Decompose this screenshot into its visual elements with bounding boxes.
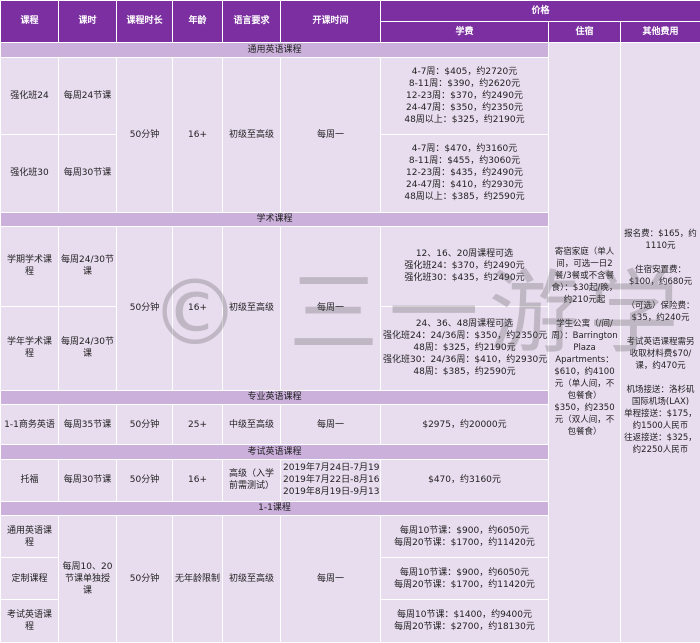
course-start: 2019年7月24日-7月19日 2019年7月22日-8月16日 2019年8… (280, 458, 381, 502)
fee-line: 每周10节课：$900，约6050元 (399, 525, 530, 536)
course-hours: 每周24/30节课 (58, 226, 117, 307)
section-academic: 学术课程 (0, 211, 549, 228)
price-table-page: 课程 课时 课程时长 年龄 语言要求 开课时间 价格 学费 住宿 其他费用 通用… (0, 0, 700, 643)
course-duration: 50分钟 (116, 56, 173, 213)
fee-line: 24、36、48周课程可选 (415, 319, 514, 330)
fee-line: 12-23周：$370，约2490元 (406, 90, 523, 101)
fee-line: 4-7周：$405，约2720元 (411, 66, 518, 77)
tuition-cell: 每周10节课：$1400，约9400元 每周20节课：$2700，约18130元 (380, 599, 549, 643)
tuition-cell: $470，约3160元 (380, 458, 549, 502)
header-start: 开课时间 (280, 0, 381, 43)
fee-line: 24-47周：$350，约2350元 (406, 102, 523, 113)
course-name: 通用英语课程 (0, 515, 59, 559)
course-hours: 每周10、20节课单独授课 (58, 515, 117, 643)
fee-line: 12、16、20周课程可选 (415, 249, 514, 260)
fee-line: 每周20节课：$1700，约11420元 (394, 579, 535, 590)
course-language: 中级至高级 (222, 404, 281, 446)
course-duration: 50分钟 (116, 515, 173, 643)
course-name: 托福 (0, 458, 59, 502)
other-fees-text: 报名费：$165，约1110元 住宿安置费：$100，约680元 （可选）保险费… (624, 229, 697, 456)
section-professional: 专业英语课程 (0, 389, 549, 406)
course-start: 每周一 (280, 515, 381, 643)
fee-line: 4-7周：$470，约3160元 (411, 144, 518, 155)
fee-line: 强化班30：$435，约2490元 (404, 273, 525, 284)
fee-line: 每周10节课：$1400，约9400元 (397, 610, 532, 620)
course-name: 学期学术课程 (0, 226, 59, 307)
course-start: 每周一 (280, 56, 381, 213)
header-other: 其他费用 (620, 20, 700, 43)
course-name: 考试英语课程 (0, 599, 59, 643)
exam-date: 2019年8月19日-9月13日 (283, 487, 381, 498)
fee-line: 每周10节课：$900，约6050元 (399, 567, 530, 578)
fee-line: 48周以上：$325，约2190元 (404, 114, 525, 125)
header-duration: 课程时长 (116, 0, 173, 43)
fee-line: 48周：$385，约2590元 (413, 367, 516, 378)
course-hours: 每周30节课 (58, 134, 117, 213)
header-age: 年龄 (172, 0, 223, 43)
section-exam: 考试英语课程 (0, 444, 549, 460)
header-price: 价格 (380, 0, 700, 22)
fee-line: 强化班24：24/36周：$350，约2350元 (383, 331, 548, 342)
price-table: 课程 课时 课程时长 年龄 语言要求 开课时间 价格 学费 住宿 其他费用 通用… (0, 0, 700, 643)
housing-cell: 寄宿家庭（单人间，可选一日2餐/3餐或不含餐食）：$30起/晚，约210元起 学… (548, 41, 621, 643)
fee-line: 每周20节课：$2700，约18130元 (394, 622, 535, 632)
fee-line: 12-23周：$435，约2490元 (406, 168, 523, 179)
fee-line: 强化班30：24/36周：$410，约2930元 (383, 355, 548, 366)
course-duration: 50分钟 (116, 458, 173, 502)
tuition-cell: 24、36、48周课程可选 强化班24：24/36周：$350，约2350元 4… (380, 305, 549, 391)
section-one-one: 1-1课程 (0, 500, 549, 517)
course-start: 每周一 (280, 226, 381, 391)
course-language: 高级（入学前需测试） (222, 458, 281, 502)
course-age: 16+ (172, 56, 223, 213)
fee-line: 每周20节课：$1700，约11420元 (394, 537, 535, 548)
exam-date: 2019年7月22日-8月16日 (283, 475, 381, 486)
tuition-cell: 4-7周：$405，约2720元 8-11周：$390，约2620元 12-23… (380, 56, 549, 136)
fee-line: 强化班24：$370，约2490元 (404, 261, 525, 272)
tuition-cell: 12、16、20周课程可选 强化班24：$370，约2490元 强化班30：$4… (380, 226, 549, 307)
fee-line: 8-11周：$455，约3060元 (408, 156, 521, 167)
course-language: 初级至高级 (222, 226, 281, 391)
header-housing: 住宿 (548, 20, 621, 43)
section-general: 通用英语课程 (0, 41, 549, 58)
course-age: 16+ (172, 458, 223, 502)
course-name: 定制课程 (0, 557, 59, 600)
other-fees-cell: 报名费：$165，约1110元 住宿安置费：$100，约680元 （可选）保险费… (620, 41, 700, 643)
course-age: 无年龄限制 (172, 515, 223, 643)
header-hours: 课时 (58, 0, 117, 43)
course-language: 初级至高级 (222, 56, 281, 213)
course-age: 16+ (172, 226, 223, 391)
course-name: 1-1商务英语 (0, 404, 59, 446)
fee-line: 48周：$325，约2190元 (413, 343, 516, 354)
course-hours: 每周24节课 (58, 56, 117, 136)
exam-date: 2019年7月24日-7月19日 (283, 463, 381, 474)
course-hours: 每周30节课 (58, 458, 117, 502)
header-language: 语言要求 (222, 0, 281, 43)
header-tuition: 学费 (380, 20, 549, 43)
tuition-cell: 每周10节课：$900，约6050元 每周20节课：$1700，约11420元 (380, 515, 549, 559)
fee-line: 24-47周：$410，约2930元 (406, 180, 523, 191)
fee-line: 48周以上：$385，约2590元 (404, 192, 525, 203)
course-duration: 50分钟 (116, 226, 173, 391)
tuition-cell: 4-7周：$470，约3160元 8-11周：$455，约3060元 12-23… (380, 134, 549, 213)
course-age: 25+ (172, 404, 223, 446)
course-hours: 每周35节课 (58, 404, 117, 446)
course-name: 强化班30 (0, 134, 59, 213)
tuition-cell: $2975，约20000元 (380, 404, 549, 446)
housing-text: 寄宿家庭（单人间，可选一日2餐/3餐或不含餐食）：$30起/晚，约210元起 学… (551, 247, 618, 438)
header-course: 课程 (0, 0, 59, 43)
course-duration: 50分钟 (116, 404, 173, 446)
course-name: 学年学术课程 (0, 305, 59, 391)
course-language: 初级至高级 (222, 515, 281, 643)
course-start: 每周一 (280, 404, 381, 446)
course-name: 强化班24 (0, 56, 59, 136)
course-hours: 每周24/30节课 (58, 305, 117, 391)
tuition-cell: 每周10节课：$900，约6050元 每周20节课：$1700，约11420元 (380, 557, 549, 600)
fee-line: 8-11周：$390，约2620元 (408, 78, 521, 89)
